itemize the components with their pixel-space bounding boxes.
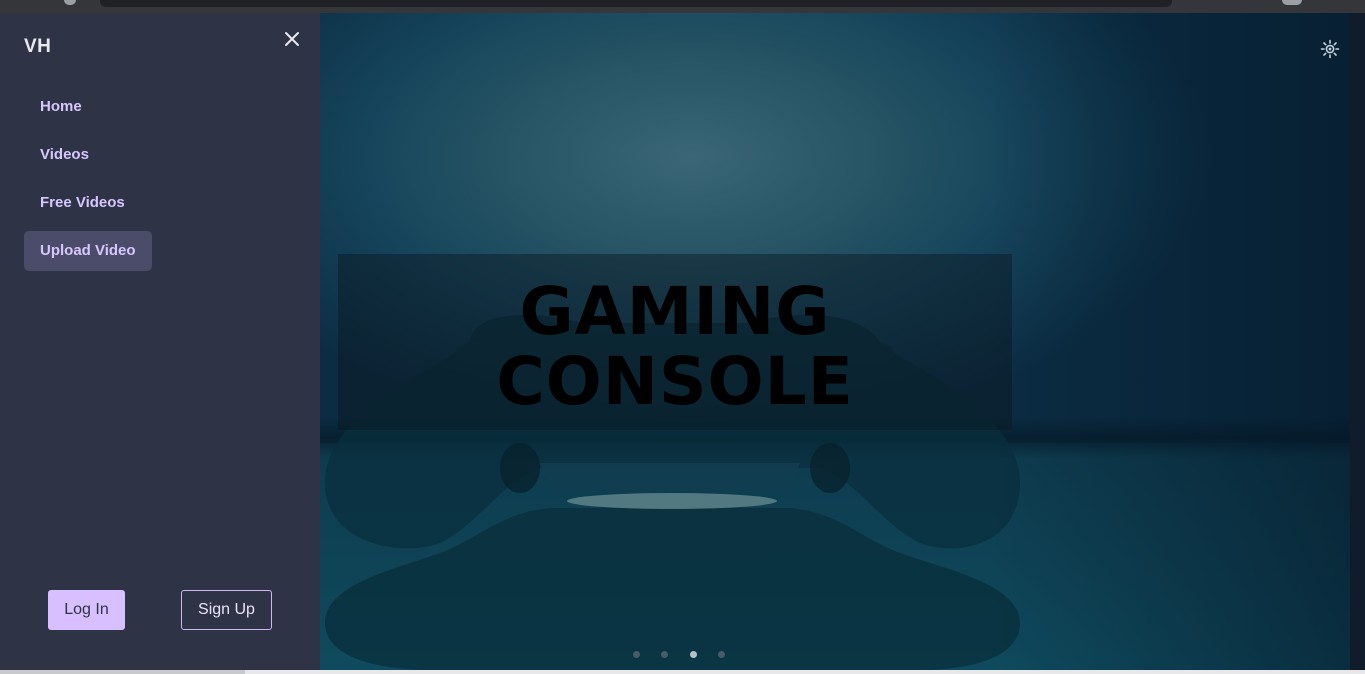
- browser-toolbar: [0, 0, 1365, 14]
- carousel-indicators: [633, 645, 742, 658]
- carousel-dot-1[interactable]: [633, 651, 640, 658]
- hero-shade: [990, 13, 1350, 670]
- hero-carousel: GAMING CONSOLE: [320, 13, 1350, 670]
- page-scrollbar[interactable]: [1350, 13, 1365, 670]
- carousel-dot-3[interactable]: [689, 651, 697, 658]
- signup-button[interactable]: Sign Up: [181, 590, 272, 630]
- close-button[interactable]: [280, 27, 304, 51]
- profile-avatar[interactable]: [1282, 0, 1302, 5]
- nav-item-videos[interactable]: Videos: [24, 135, 105, 175]
- brand-logo[interactable]: VH: [24, 36, 51, 58]
- hero-caption: GAMING CONSOLE: [338, 277, 1012, 417]
- nav-item-upload-video[interactable]: Upload Video: [24, 231, 152, 271]
- address-bar[interactable]: [100, 0, 1172, 7]
- sun-icon: [1320, 39, 1340, 59]
- login-button[interactable]: Log In: [48, 590, 125, 630]
- sidebar-nav: Home Videos Free Videos Upload Video: [24, 87, 296, 279]
- nav-item-home[interactable]: Home: [24, 87, 98, 127]
- close-icon: [285, 32, 299, 46]
- browser-button-icon[interactable]: [64, 0, 76, 5]
- horizontal-scrollbar[interactable]: [0, 670, 1365, 674]
- sidebar-drawer: VH Home Videos Free Videos Upload Video …: [0, 13, 320, 670]
- caption-line-1: GAMING: [519, 273, 831, 350]
- caption-line-2: CONSOLE: [496, 343, 854, 420]
- theme-toggle-button[interactable]: [1320, 39, 1340, 59]
- nav-item-free-videos[interactable]: Free Videos: [24, 183, 141, 223]
- scrollbar-thumb[interactable]: [0, 670, 245, 674]
